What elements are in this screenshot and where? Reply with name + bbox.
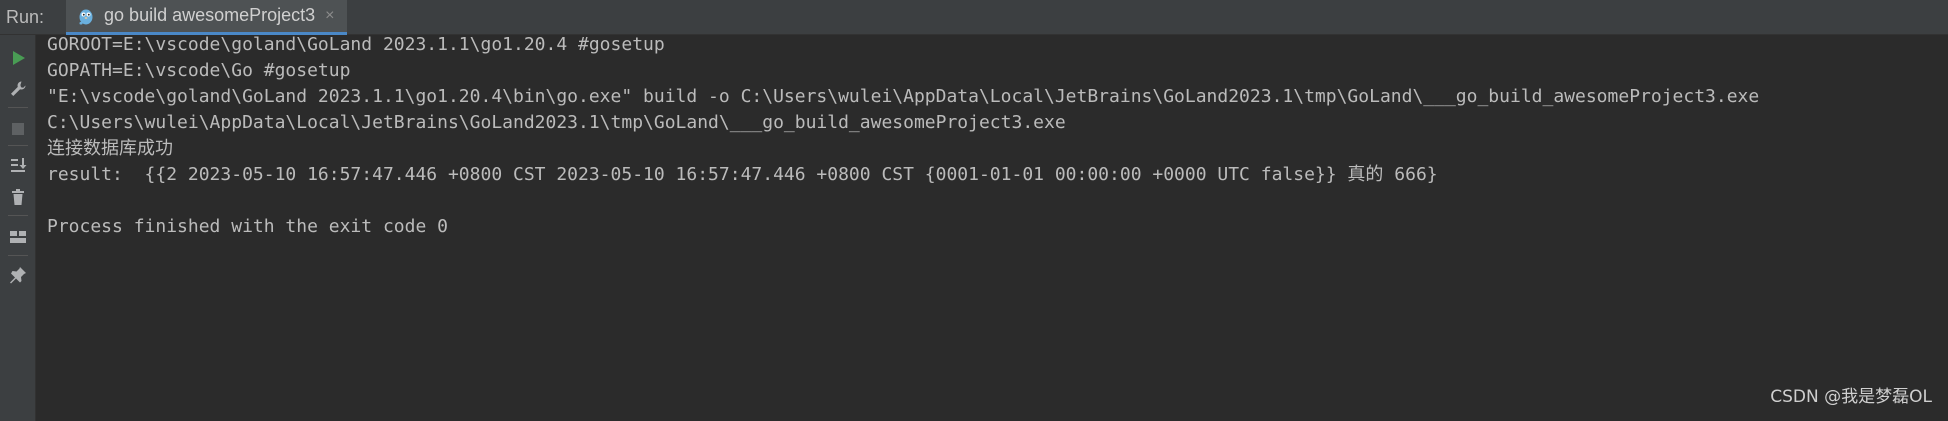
run-icon: [13, 51, 25, 65]
layout-icon: [10, 231, 26, 243]
close-icon[interactable]: ×: [325, 7, 334, 24]
go-gopher-icon: [76, 6, 96, 26]
watermark: CSDN @我是梦磊OL: [1770, 387, 1932, 407]
toolbar-divider: [8, 145, 28, 146]
console-output[interactable]: GOROOT=E:\vscode\goland\GoLand 2023.1.1\…: [36, 35, 1948, 421]
settings-button[interactable]: [6, 77, 30, 101]
run-label: Run:: [6, 6, 45, 27]
pin-button[interactable]: [6, 263, 30, 287]
run-tool-window: Run: go build awesomeProject3 × GOROOT=E…: [0, 0, 1948, 421]
console-line: Process finished with the exit code 0: [47, 216, 448, 237]
toolbar-divider: [8, 255, 28, 256]
pin-icon: [10, 267, 26, 284]
run-toolbar: [0, 35, 36, 421]
stop-icon: [12, 123, 24, 135]
toolbar-divider: [8, 215, 28, 216]
run-button[interactable]: [6, 46, 30, 70]
tab-go-build[interactable]: go build awesomeProject3 ×: [66, 0, 347, 35]
layout-button[interactable]: [6, 225, 30, 249]
wrench-icon: [11, 81, 26, 96]
trash-icon: [12, 189, 24, 205]
toolbar-divider: [8, 107, 28, 108]
clear-button[interactable]: [6, 185, 30, 209]
stop-button[interactable]: [6, 117, 30, 141]
scroll-to-end-button[interactable]: [6, 153, 30, 177]
run-tab-bar: Run: go build awesomeProject3 ×: [0, 0, 1948, 35]
tab-title: go build awesomeProject3: [104, 5, 316, 25]
console-line: result: {{2 2023-05-10 16:57:47.446 +080…: [47, 164, 1438, 185]
scroll-to-end-icon: [11, 158, 27, 172]
console-line: C:\Users\wulei\AppData\Local\JetBrains\G…: [47, 112, 1066, 133]
